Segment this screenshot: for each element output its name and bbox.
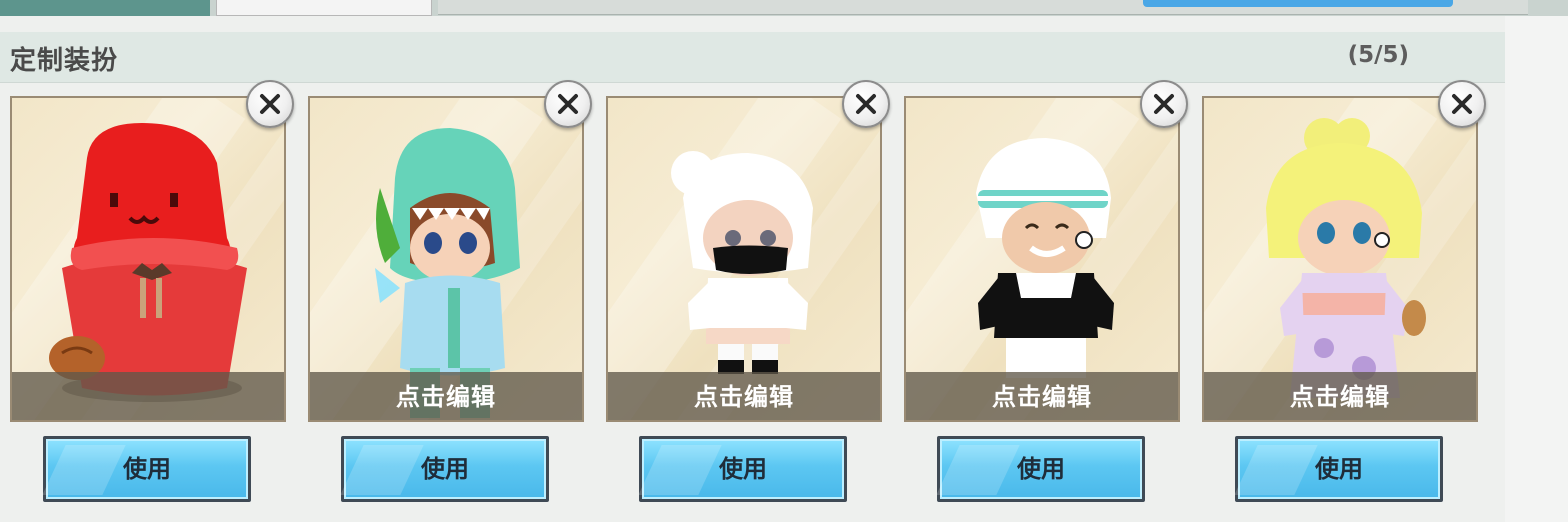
- edit-bar[interactable]: 点击编辑: [608, 372, 880, 420]
- edit-bar[interactable]: 点击编辑: [906, 372, 1178, 420]
- slot-count: (5/5): [1347, 42, 1409, 68]
- outfit-preview[interactable]: 点击编辑: [606, 96, 882, 422]
- outfit-card: 点击编辑: [1202, 80, 1486, 422]
- remove-outfit-button[interactable]: [842, 80, 890, 128]
- outfit-card: 点击编辑: [308, 80, 592, 422]
- outfit-preview[interactable]: 点击编辑: [1202, 96, 1478, 422]
- tab-left[interactable]: [0, 0, 210, 16]
- remove-outfit-button[interactable]: [544, 80, 592, 128]
- edit-bar[interactable]: [12, 372, 284, 420]
- use-outfit-button[interactable]: 使用: [936, 436, 1145, 502]
- outfit-preview[interactable]: 点击编辑: [308, 96, 584, 422]
- remove-outfit-button[interactable]: [1438, 80, 1486, 128]
- remove-outfit-button[interactable]: [246, 80, 294, 128]
- close-icon: [558, 94, 578, 114]
- close-icon: [856, 94, 876, 114]
- use-outfit-button[interactable]: 使用: [340, 436, 549, 502]
- edit-bar[interactable]: 点击编辑: [1204, 372, 1476, 420]
- use-outfit-button[interactable]: 使用: [42, 436, 251, 502]
- outfit-preview[interactable]: [10, 96, 286, 422]
- close-icon: [1452, 94, 1472, 114]
- remove-outfit-button[interactable]: [1140, 80, 1188, 128]
- section-header: 定制装扮 (5/5): [0, 32, 1505, 83]
- outfit-card: [10, 80, 294, 422]
- use-outfit-button[interactable]: 使用: [1234, 436, 1443, 502]
- top-tab-strip: [0, 0, 1568, 16]
- tab-right[interactable]: [1143, 0, 1453, 7]
- outfit-card: 点击编辑: [904, 80, 1188, 422]
- edit-bar[interactable]: 点击编辑: [310, 372, 582, 420]
- right-gutter: [1505, 16, 1568, 522]
- use-outfit-button[interactable]: 使用: [638, 436, 847, 502]
- close-icon: [1154, 94, 1174, 114]
- close-icon: [260, 94, 280, 114]
- use-button-label: 使用: [1315, 455, 1363, 483]
- outfit-card: 点击编辑: [606, 80, 890, 422]
- use-button-label: 使用: [421, 455, 469, 483]
- use-button-label: 使用: [1017, 455, 1065, 483]
- outfit-preview[interactable]: 点击编辑: [904, 96, 1180, 422]
- tab-middle[interactable]: [216, 0, 432, 16]
- section-title: 定制装扮: [10, 46, 119, 76]
- use-button-label: 使用: [123, 455, 171, 483]
- use-button-label: 使用: [719, 455, 767, 483]
